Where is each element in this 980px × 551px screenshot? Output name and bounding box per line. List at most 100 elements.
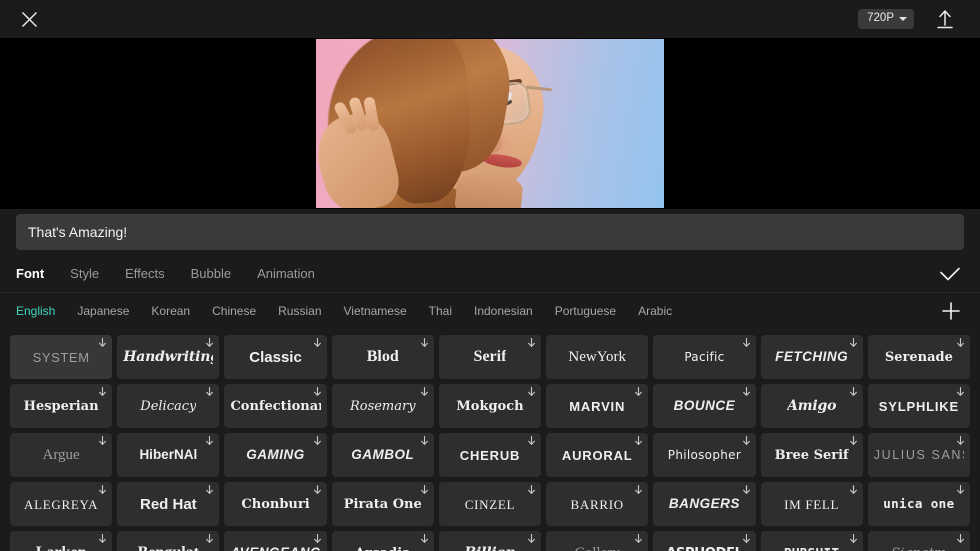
caption-text-input[interactable] [16, 214, 964, 250]
download-arrow-icon[interactable] [742, 436, 751, 447]
download-arrow-icon[interactable] [634, 436, 643, 447]
font-option-pirata-one[interactable]: Pirata One [331, 482, 434, 526]
download-arrow-icon[interactable] [634, 485, 643, 496]
font-option-auroral[interactable]: AURORAL [546, 433, 649, 477]
font-option-confectionary[interactable]: Confectionary [224, 384, 327, 428]
download-arrow-icon[interactable] [849, 387, 858, 398]
font-option-serif[interactable]: Serif [438, 335, 542, 379]
font-option-delicacy[interactable]: Delicacy [117, 384, 220, 428]
download-arrow-icon[interactable] [205, 387, 214, 398]
download-arrow-icon[interactable] [849, 534, 858, 545]
font-option-cherub[interactable]: CHERUB [438, 433, 542, 477]
language-chinese[interactable]: Chinese [212, 304, 256, 318]
download-arrow-icon[interactable] [205, 534, 214, 545]
language-vietnamese[interactable]: Vietnamese [344, 304, 407, 318]
language-arabic[interactable]: Arabic [638, 304, 672, 318]
download-arrow-icon[interactable] [420, 534, 429, 545]
download-arrow-icon[interactable] [634, 387, 643, 398]
video-preview-frame[interactable] [316, 39, 664, 208]
language-english[interactable]: English [16, 304, 55, 318]
font-option-hesperian[interactable]: Hesperian [10, 384, 113, 428]
language-japanese[interactable]: Japanese [77, 304, 129, 318]
font-option-system[interactable]: SYSTEM [10, 335, 113, 379]
font-option-rosemary[interactable]: Rosemary [331, 384, 434, 428]
download-arrow-icon[interactable] [956, 534, 965, 545]
tab-style[interactable]: Style [70, 266, 99, 281]
font-option-larken[interactable]: Larken [10, 531, 113, 551]
download-arrow-icon[interactable] [98, 436, 107, 447]
resolution-selector[interactable]: 720P [858, 9, 914, 29]
language-korean[interactable]: Korean [151, 304, 190, 318]
download-arrow-icon[interactable] [634, 534, 643, 545]
download-arrow-icon[interactable] [956, 436, 965, 447]
download-arrow-icon[interactable] [527, 436, 536, 447]
font-option-gallery[interactable]: Gallery [546, 531, 649, 551]
font-option-amigo[interactable]: Amigo [760, 384, 863, 428]
font-option-pursuit[interactable]: PURSUIT [760, 531, 863, 551]
video-preview-area[interactable] [0, 38, 980, 209]
close-icon[interactable] [16, 6, 42, 32]
font-option-bangers[interactable]: BANGERS [653, 482, 756, 526]
font-option-fetching[interactable]: FETCHING [760, 335, 863, 379]
tab-animation[interactable]: Animation [257, 266, 315, 281]
upload-arrow-icon[interactable] [932, 6, 958, 32]
download-arrow-icon[interactable] [956, 387, 965, 398]
plus-icon[interactable] [938, 298, 964, 324]
font-option-marvin[interactable]: MARVIN [546, 384, 649, 428]
download-arrow-icon[interactable] [527, 387, 536, 398]
download-arrow-icon[interactable] [420, 436, 429, 447]
download-arrow-icon[interactable] [313, 338, 322, 349]
download-arrow-icon[interactable] [98, 338, 107, 349]
font-option-bree-serif[interactable]: Bree Serif [760, 433, 863, 477]
font-option-hibernal[interactable]: HiberNAl [117, 433, 220, 477]
download-arrow-icon[interactable] [313, 436, 322, 447]
download-arrow-icon[interactable] [420, 338, 429, 349]
font-option-cinzel[interactable]: CINZEL [438, 482, 542, 526]
download-arrow-icon[interactable] [205, 338, 214, 349]
download-arrow-icon[interactable] [527, 534, 536, 545]
tab-bubble[interactable]: Bubble [191, 266, 231, 281]
font-option-newyork[interactable]: NewYork [546, 335, 649, 379]
download-arrow-icon[interactable] [205, 436, 214, 447]
font-option-classic[interactable]: Classic [224, 335, 327, 379]
download-arrow-icon[interactable] [98, 534, 107, 545]
tab-font[interactable]: Font [16, 266, 44, 281]
download-arrow-icon[interactable] [313, 534, 322, 545]
language-portuguese[interactable]: Portuguese [555, 304, 616, 318]
font-option-bounce[interactable]: BOUNCE [653, 384, 756, 428]
download-arrow-icon[interactable] [420, 485, 429, 496]
language-indonesian[interactable]: Indonesian [474, 304, 533, 318]
font-option-julius-sans[interactable]: JULIUS SANS [867, 433, 970, 477]
download-arrow-icon[interactable] [205, 485, 214, 496]
font-option-philosopher[interactable]: Philosopher [653, 433, 756, 477]
font-option-alegreya[interactable]: ALEGREYA [10, 482, 113, 526]
font-option-asphodel[interactable]: ASPHODEL [653, 531, 756, 551]
download-arrow-icon[interactable] [313, 387, 322, 398]
download-arrow-icon[interactable] [420, 387, 429, 398]
download-arrow-icon[interactable] [849, 485, 858, 496]
download-arrow-icon[interactable] [98, 387, 107, 398]
font-option-bengulat[interactable]: Bengulat [117, 531, 220, 551]
download-arrow-icon[interactable] [742, 534, 751, 545]
font-option-blod[interactable]: Blod [331, 335, 434, 379]
font-option-arcadia[interactable]: Arcadia [331, 531, 434, 551]
language-thai[interactable]: Thai [429, 304, 452, 318]
font-option-red-hat[interactable]: Red Hat [117, 482, 220, 526]
download-arrow-icon[interactable] [956, 338, 965, 349]
download-arrow-icon[interactable] [742, 338, 751, 349]
language-russian[interactable]: Russian [278, 304, 321, 318]
font-option-sylphlike[interactable]: SYLPHLIKE [867, 384, 970, 428]
download-arrow-icon[interactable] [98, 485, 107, 496]
font-option-argue[interactable]: Argue [10, 433, 113, 477]
download-arrow-icon[interactable] [742, 387, 751, 398]
font-option-im-fell[interactable]: IM FELL [760, 482, 863, 526]
download-arrow-icon[interactable] [527, 338, 536, 349]
download-arrow-icon[interactable] [313, 485, 322, 496]
checkmark-icon[interactable] [936, 260, 964, 288]
font-option-avengeance[interactable]: AVENGEANCE [224, 531, 327, 551]
font-option-unica-one[interactable]: unica one [867, 482, 970, 526]
font-option-gambol[interactable]: GAMBOL [331, 433, 434, 477]
download-arrow-icon[interactable] [527, 485, 536, 496]
download-arrow-icon[interactable] [849, 338, 858, 349]
font-option-billion[interactable]: Billion [438, 531, 542, 551]
